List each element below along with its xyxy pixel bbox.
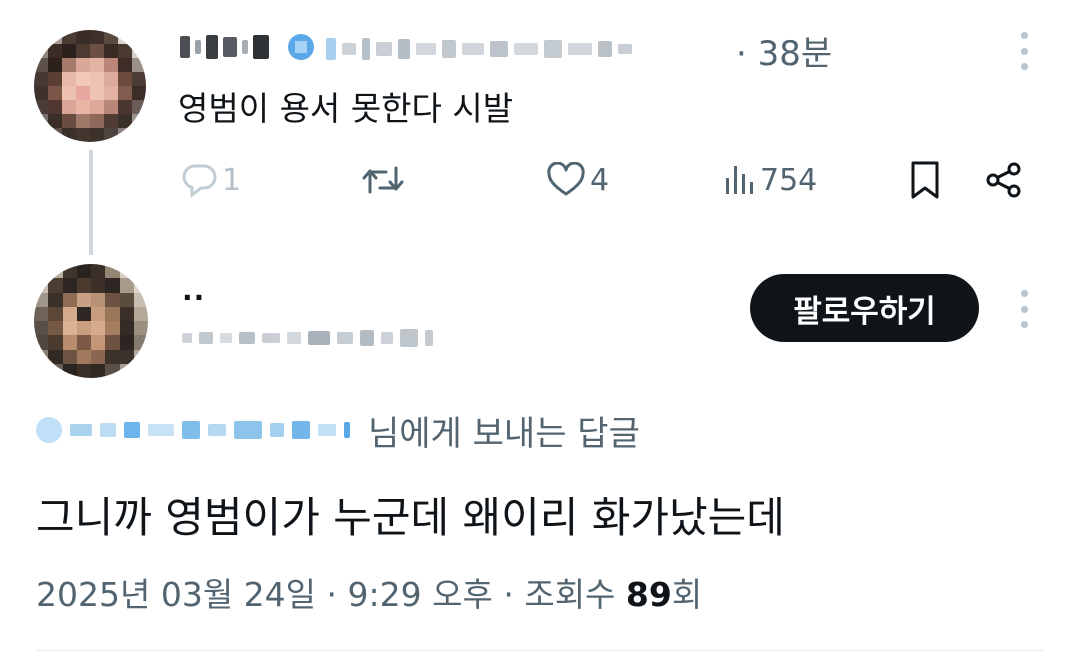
views-label: 조회수 [524, 575, 626, 614]
share-button[interactable] [984, 160, 1024, 200]
retweet-icon [360, 162, 406, 198]
view-count: 754 [760, 162, 818, 198]
reply-author-display-name[interactable]: .. [182, 274, 205, 307]
reply-button[interactable]: 1 [178, 160, 241, 200]
reply-tweet-text: 그니까 영범이가 누군데 왜이리 화가났는데 [36, 493, 785, 542]
like-count: 4 [590, 162, 610, 198]
verified-badge-icon [286, 32, 316, 62]
like-button[interactable]: 4 [546, 160, 609, 200]
time-ago-label: 38분 [757, 34, 833, 74]
bookmark-icon [908, 160, 942, 200]
footer-separator: · [492, 575, 525, 614]
reply-author-handle[interactable] [182, 326, 433, 350]
follow-button[interactable]: 팔로우하기 [750, 274, 979, 342]
tweet-date[interactable]: 2025년 03월 24일 [36, 575, 316, 614]
tweet-time[interactable]: 9:29 오후 [348, 575, 493, 614]
retweet-button[interactable] [360, 160, 406, 200]
more-icon[interactable] [1019, 32, 1029, 70]
replying-to-label: 님에게 보내는 답글 [368, 413, 640, 454]
footer-separator: · [316, 575, 348, 614]
share-icon [984, 160, 1024, 200]
views-icon [724, 162, 756, 198]
views-button[interactable]: 754 [724, 160, 817, 200]
tweet-footer-meta: 2025년 03월 24일 · 9:29 오후 · 조회수 89회 [36, 568, 702, 616]
avatar[interactable] [34, 264, 148, 378]
author-display-name[interactable] [180, 34, 269, 60]
bookmark-button[interactable] [908, 160, 942, 200]
heart-icon [546, 162, 586, 198]
views-count: 89 [625, 575, 672, 614]
author-handle[interactable] [326, 34, 632, 64]
divider [36, 650, 1044, 651]
replying-to-handle[interactable] [36, 415, 350, 445]
thread-connector-line [89, 150, 93, 255]
reply-count: 1 [222, 162, 242, 198]
replying-to-line: 님에게 보내는 답글 [36, 408, 640, 454]
more-icon[interactable] [1019, 290, 1029, 328]
tweet-text: 영범이 용서 못한다 시발 [178, 89, 514, 128]
tweet-time-ago[interactable]: · 38분 [736, 26, 832, 75]
time-separator: · [736, 34, 747, 74]
views-unit: 회 [671, 575, 703, 614]
avatar[interactable] [34, 30, 146, 142]
reply-icon [178, 162, 218, 198]
